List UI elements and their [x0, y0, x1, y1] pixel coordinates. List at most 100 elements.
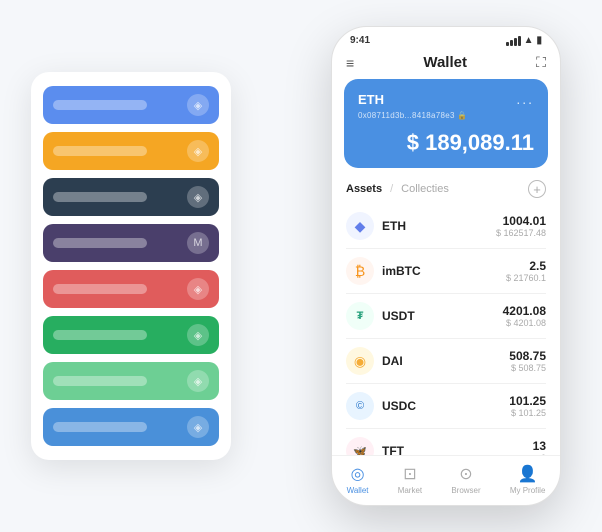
market-nav-icon: ⊡: [403, 464, 416, 484]
asset-left: 🦋 TFT: [346, 437, 404, 455]
card-label: [53, 100, 147, 110]
status-time: 9:41: [350, 35, 370, 46]
browser-nav-label: Browser: [451, 486, 480, 495]
card-label: [53, 238, 147, 248]
wallet-nav-icon: ◎: [351, 464, 365, 484]
eth-icon: ◆: [346, 212, 374, 240]
asset-list: ◆ ETH 1004.01 $ 162517.48 ₿ imBTC 2.5 $ …: [332, 204, 560, 455]
phone: 9:41 ▲ ▮ ≡ Wallet ⛶ ETH ...: [331, 26, 561, 506]
asset-left: ◉ DAI: [346, 347, 403, 375]
asset-usd: $ 4201.08: [503, 318, 546, 328]
card-panel: ◈ ◈ ◈ M ◈ ◈ ◈ ◈: [31, 72, 231, 460]
asset-amount: 4201.08: [503, 304, 546, 318]
card-item[interactable]: ◈: [43, 408, 219, 446]
market-nav-label: Market: [398, 486, 422, 495]
eth-card-name: ETH: [358, 92, 384, 107]
nav-browser[interactable]: ⊙ Browser: [451, 464, 480, 495]
scan-icon[interactable]: ⛶: [536, 54, 546, 71]
assets-header: Assets / Collecties +: [332, 176, 560, 204]
card-label: [53, 330, 147, 340]
card-label: [53, 376, 147, 386]
asset-item-imbtc[interactable]: ₿ imBTC 2.5 $ 21760.1: [346, 249, 546, 294]
battery-icon: ▮: [536, 35, 542, 46]
asset-name: imBTC: [382, 264, 421, 278]
card-icon: ◈: [187, 416, 209, 438]
asset-left: © USDC: [346, 392, 416, 420]
eth-card-balance: $ 189,089.11: [358, 130, 534, 156]
card-icon: ◈: [187, 278, 209, 300]
eth-card-address: 0x08711d3b...8418a78e3 🔒: [358, 111, 534, 120]
card-item[interactable]: ◈: [43, 86, 219, 124]
browser-nav-icon: ⊙: [459, 464, 472, 484]
card-icon: M: [187, 232, 209, 254]
asset-item-eth[interactable]: ◆ ETH 1004.01 $ 162517.48: [346, 204, 546, 249]
asset-usd: $ 101.25: [509, 408, 546, 418]
card-icon: ◈: [187, 94, 209, 116]
asset-amount: 101.25: [509, 394, 546, 408]
bottom-nav: ◎ Wallet ⊡ Market ⊙ Browser 👤 My Profile: [332, 455, 560, 505]
card-item[interactable]: M: [43, 224, 219, 262]
asset-name: ETH: [382, 219, 406, 233]
card-label: [53, 146, 147, 156]
usdt-icon: ₮: [346, 302, 374, 330]
assets-tabs: Assets / Collecties: [346, 183, 449, 195]
card-item[interactable]: ◈: [43, 132, 219, 170]
profile-nav-label: My Profile: [510, 486, 546, 495]
asset-name: DAI: [382, 354, 403, 368]
card-item[interactable]: ◈: [43, 270, 219, 308]
asset-usd: $ 162517.48: [496, 228, 546, 238]
eth-card[interactable]: ETH ... 0x08711d3b...8418a78e3 🔒 $ 189,0…: [344, 79, 548, 168]
imbtc-icon: ₿: [346, 257, 374, 285]
eth-card-header: ETH ...: [358, 91, 534, 107]
card-label: [53, 192, 147, 202]
asset-item-dai[interactable]: ◉ DAI 508.75 $ 508.75: [346, 339, 546, 384]
card-icon: ◈: [187, 140, 209, 162]
scene: ◈ ◈ ◈ M ◈ ◈ ◈ ◈: [11, 11, 591, 521]
card-label: [53, 422, 147, 432]
asset-amount: 1004.01: [496, 214, 546, 228]
nav-market[interactable]: ⊡ Market: [398, 464, 422, 495]
asset-right: 1004.01 $ 162517.48: [496, 214, 546, 238]
tab-divider: /: [390, 183, 393, 195]
wifi-icon: ▲: [524, 35, 534, 46]
menu-icon[interactable]: ≡: [346, 55, 354, 71]
asset-item-usdt[interactable]: ₮ USDT 4201.08 $ 4201.08: [346, 294, 546, 339]
asset-left: ₮ USDT: [346, 302, 415, 330]
asset-usd: $ 21760.1: [506, 273, 546, 283]
asset-item-tft[interactable]: 🦋 TFT 13 0: [346, 429, 546, 455]
card-item[interactable]: ◈: [43, 316, 219, 354]
card-icon: ◈: [187, 324, 209, 346]
asset-amount: 2.5: [506, 259, 546, 273]
add-asset-button[interactable]: +: [528, 180, 546, 198]
asset-amount: 508.75: [509, 349, 546, 363]
usdc-icon: ©: [346, 392, 374, 420]
card-icon: ◈: [187, 370, 209, 392]
asset-item-usdc[interactable]: © USDC 101.25 $ 101.25: [346, 384, 546, 429]
dai-icon: ◉: [346, 347, 374, 375]
asset-right: 101.25 $ 101.25: [509, 394, 546, 418]
tft-icon: 🦋: [346, 437, 374, 455]
card-label: [53, 284, 147, 294]
signal-icon: [506, 36, 521, 46]
asset-right: 13 0: [533, 439, 546, 455]
asset-right: 2.5 $ 21760.1: [506, 259, 546, 283]
nav-profile[interactable]: 👤 My Profile: [510, 464, 546, 495]
asset-right: 508.75 $ 508.75: [509, 349, 546, 373]
nav-wallet[interactable]: ◎ Wallet: [347, 464, 369, 495]
card-item[interactable]: ◈: [43, 362, 219, 400]
tab-assets[interactable]: Assets: [346, 183, 382, 195]
wallet-nav-label: Wallet: [347, 486, 369, 495]
asset-name: USDC: [382, 399, 416, 413]
asset-left: ◆ ETH: [346, 212, 406, 240]
asset-right: 4201.08 $ 4201.08: [503, 304, 546, 328]
tab-collectibles[interactable]: Collecties: [401, 183, 449, 195]
eth-card-dots[interactable]: ...: [516, 91, 534, 107]
status-icons: ▲ ▮: [506, 35, 542, 46]
asset-usd: $ 508.75: [509, 363, 546, 373]
asset-amount: 13: [533, 439, 546, 453]
status-bar: 9:41 ▲ ▮: [332, 27, 560, 50]
asset-left: ₿ imBTC: [346, 257, 421, 285]
card-item[interactable]: ◈: [43, 178, 219, 216]
app-header: ≡ Wallet ⛶: [332, 50, 560, 79]
page-title: Wallet: [423, 54, 467, 71]
